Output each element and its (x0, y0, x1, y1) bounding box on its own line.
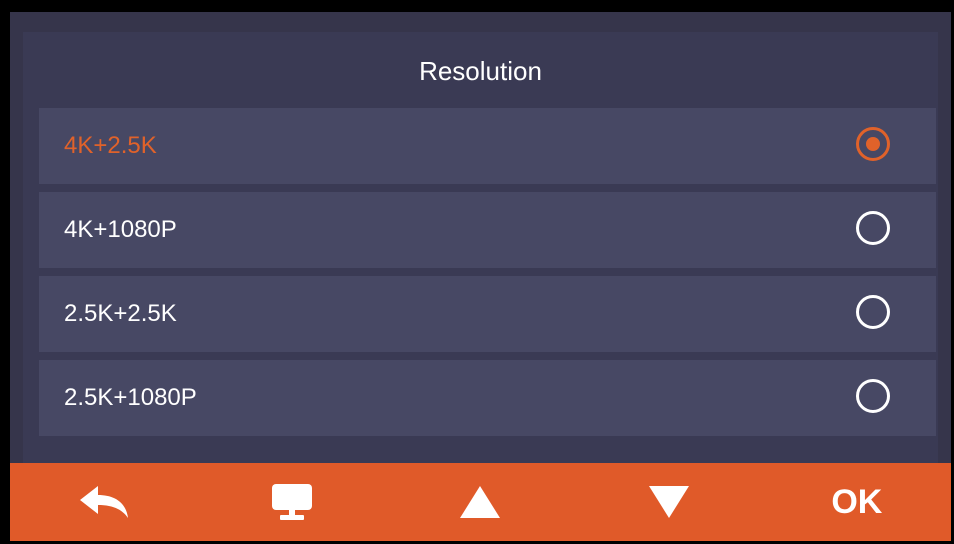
page-title: Resolution (419, 56, 542, 86)
down-button[interactable] (609, 463, 729, 541)
radio-selected-icon[interactable] (856, 127, 890, 161)
back-arrow-icon (80, 486, 129, 518)
ok-button[interactable]: OK (797, 463, 917, 541)
resolution-option-4k-2-5k[interactable]: 4K+2.5K (39, 108, 936, 184)
radio-unselected-icon[interactable] (856, 295, 890, 329)
ok-label: OK (831, 482, 883, 521)
resolution-option-list: 4K+2.5K 4K+1080P 2.5K+2.5K 2.5K+1080P (39, 108, 936, 444)
down-triangle-icon (648, 486, 689, 518)
display-button[interactable] (232, 463, 352, 541)
up-button[interactable] (420, 463, 540, 541)
option-label: 4K+2.5K (64, 132, 157, 159)
resolution-option-2-5k-2-5k[interactable]: 2.5K+2.5K (39, 276, 936, 352)
resolution-screen: Resolution 4K+2.5K 4K+1080P 2.5K+2.5K 2.… (10, 12, 951, 541)
resolution-option-2-5k-1080p[interactable]: 2.5K+1080P (39, 360, 936, 436)
radio-dot (866, 137, 880, 151)
option-label: 2.5K+2.5K (64, 300, 177, 327)
back-button[interactable] (44, 463, 164, 541)
option-label: 2.5K+1080P (64, 384, 197, 411)
radio-unselected-icon[interactable] (856, 211, 890, 245)
bottom-toolbar: OK (10, 463, 951, 541)
up-triangle-icon (460, 486, 501, 518)
monitor-icon (272, 484, 313, 520)
radio-unselected-icon[interactable] (856, 379, 890, 413)
resolution-option-4k-1080p[interactable]: 4K+1080P (39, 192, 936, 268)
option-label: 4K+1080P (64, 216, 177, 243)
